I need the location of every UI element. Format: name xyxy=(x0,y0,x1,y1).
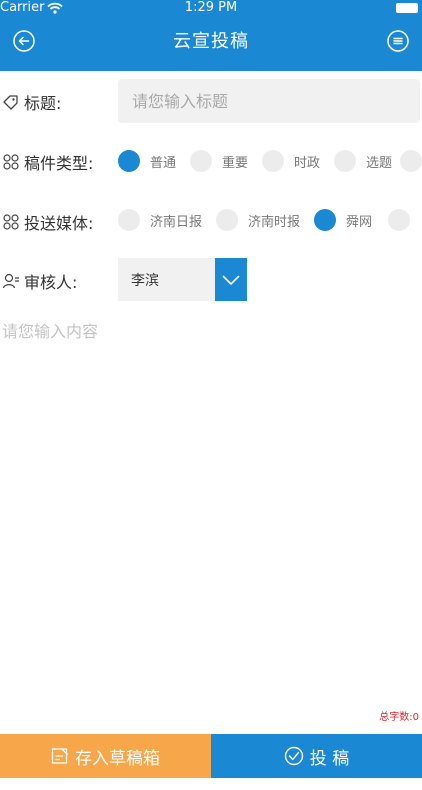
type-option-label: 普通 xyxy=(150,155,177,171)
type-option-shizheng[interactable]: 时政 xyxy=(262,150,334,172)
media-option-more[interactable] xyxy=(388,209,410,231)
title-input[interactable] xyxy=(118,79,420,123)
check-circle-icon xyxy=(284,746,303,766)
save-draft-label: 存入草稿箱 xyxy=(75,748,160,769)
media-radio-group: 济南日报 济南时报 舜网 xyxy=(118,209,386,231)
title-label: 标题: xyxy=(24,94,62,113)
content-input[interactable] xyxy=(2,318,420,703)
media-row-label: 投送媒体: xyxy=(2,210,93,234)
type-option-label: 选题 xyxy=(366,155,393,171)
grid-icon xyxy=(3,214,19,230)
menu-button[interactable] xyxy=(386,29,410,53)
radio-unselected-icon xyxy=(118,209,140,231)
type-option-zhongyao[interactable]: 重要 xyxy=(190,150,262,172)
page-title: 云宣投稿 xyxy=(173,31,249,52)
edit-icon xyxy=(51,748,68,764)
battery-icon xyxy=(396,3,418,13)
dropdown-toggle[interactable] xyxy=(215,258,247,301)
menu-icon xyxy=(387,30,409,52)
radio-unselected-icon xyxy=(400,150,422,172)
grid-icon xyxy=(3,154,19,170)
media-option-jinan-daily[interactable]: 济南日报 xyxy=(118,209,216,231)
word-count: 总字数:0 xyxy=(379,712,419,723)
media-option-label: 济南日报 xyxy=(150,214,203,230)
media-option-label: 济南时报 xyxy=(248,214,301,230)
status-time: 1:29 PM xyxy=(184,0,238,15)
type-option-putong[interactable]: 普通 xyxy=(118,150,190,172)
radio-selected-icon xyxy=(314,209,337,231)
submit-button[interactable]: 投 稿 xyxy=(211,734,422,778)
reviewer-label: 审核人: xyxy=(24,273,78,292)
type-row-label: 稿件类型: xyxy=(2,150,93,174)
save-draft-button[interactable]: 存入草稿箱 xyxy=(0,734,211,778)
user-icon xyxy=(2,273,19,289)
type-option-label: 时政 xyxy=(294,155,321,171)
reviewer-select[interactable]: 李滨 xyxy=(118,258,247,301)
radio-unselected-icon xyxy=(262,150,285,172)
reviewer-value: 李滨 xyxy=(131,272,159,289)
chevron-down-icon xyxy=(222,274,240,285)
radio-unselected-icon xyxy=(334,150,357,172)
app-header: Carrier 1:29 PM 云宣投稿 xyxy=(0,0,422,71)
radio-selected-icon xyxy=(118,150,140,172)
type-radio-group: 普通 重要 时政 选题 xyxy=(118,150,406,172)
reviewer-row-label: 审核人: xyxy=(2,269,77,293)
media-option-jinan-times[interactable]: 济南时报 xyxy=(216,209,314,231)
submit-label: 投 稿 xyxy=(309,748,350,769)
type-label: 稿件类型: xyxy=(24,154,94,173)
radio-unselected-icon xyxy=(216,209,239,231)
type-option-xuanti[interactable]: 选题 xyxy=(334,150,406,172)
type-option-more[interactable] xyxy=(400,150,422,172)
media-option-shunwang[interactable]: 舜网 xyxy=(314,209,386,231)
title-row-label: 标题: xyxy=(2,90,61,114)
media-option-label: 舜网 xyxy=(346,214,373,230)
tag-icon xyxy=(3,95,18,110)
type-option-label: 重要 xyxy=(222,155,249,171)
radio-unselected-icon xyxy=(190,150,213,172)
radio-unselected-icon xyxy=(388,209,410,231)
media-label: 投送媒体: xyxy=(24,214,94,233)
